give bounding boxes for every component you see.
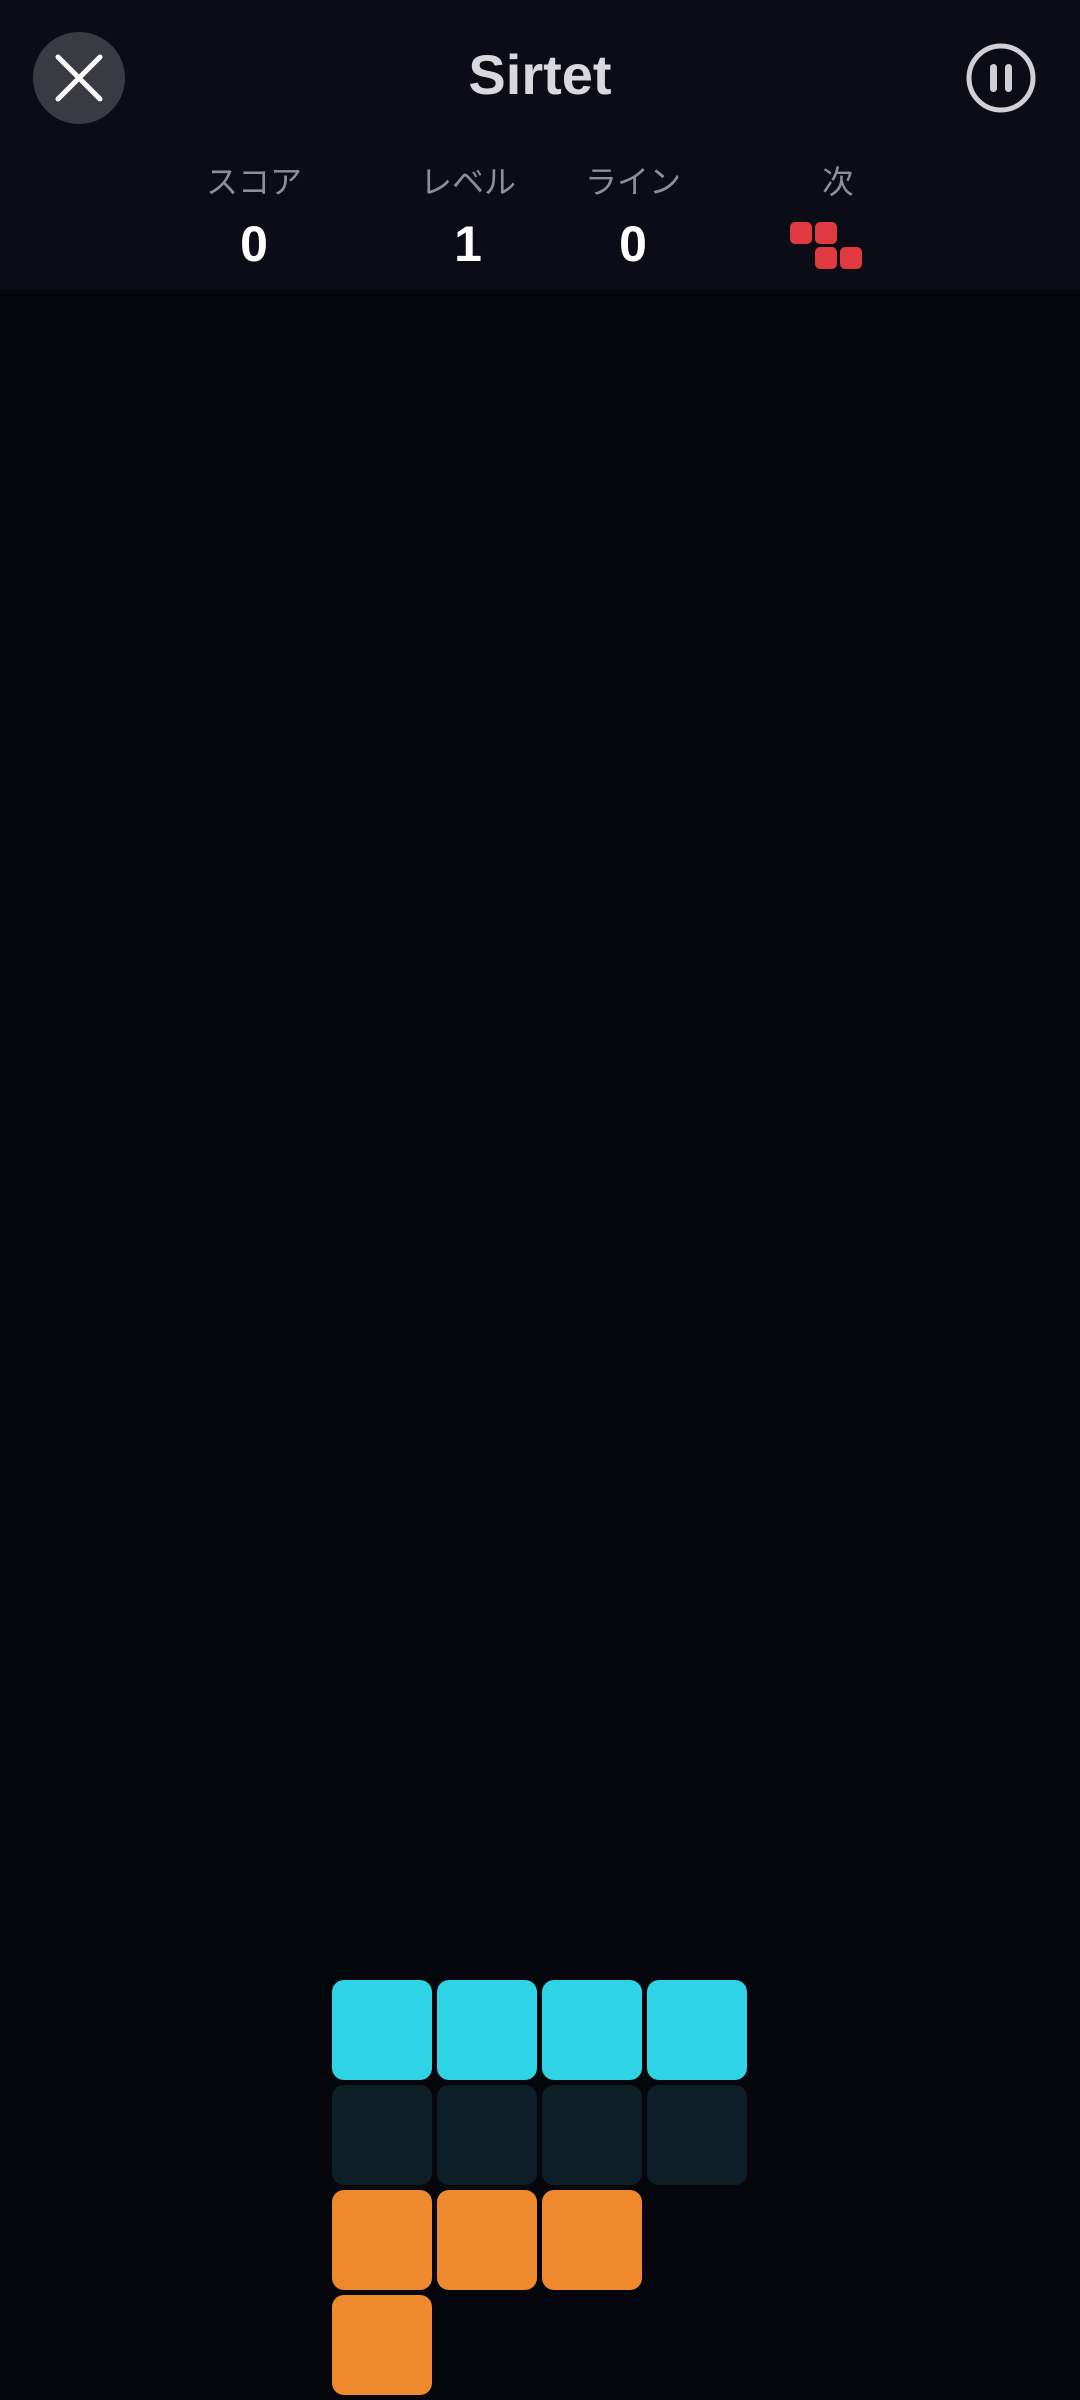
next-stat: 次 [758,160,918,204]
orange-block [437,2190,537,2290]
pause-button[interactable] [965,42,1037,114]
orange-block [332,2295,432,2395]
next-piece-block [790,222,812,244]
lines-value: 0 [619,216,647,272]
score-value: 0 [240,216,268,272]
game-header: Sirtet スコア 0 レベル 1 ライン 0 次 [0,0,1080,290]
cyan-block [647,1980,747,2080]
level-label: レベル [419,164,516,200]
next-piece-block [815,222,837,244]
ghost-block [332,2085,432,2185]
score-label: スコア [205,164,302,200]
lines-label: ライン [584,164,681,200]
game-board[interactable] [0,290,1080,2400]
orange-block [542,2190,642,2290]
cyan-block [332,1980,432,2080]
ghost-block [542,2085,642,2185]
game-title: Sirtet [468,43,612,106]
next-label: 次 [821,164,854,200]
cyan-block [437,1980,537,2080]
level-value: 1 [454,216,482,272]
score-stat: スコア 0 [174,160,334,274]
level-stat: レベル 1 [388,160,548,274]
ghost-block [647,2085,747,2185]
cyan-block [542,1980,642,2080]
orange-block [332,2190,432,2290]
next-piece-preview [790,222,862,269]
next-piece-block [815,247,837,269]
lines-stat: ライン 0 [553,160,713,274]
ghost-block [437,2085,537,2185]
pause-icon [966,43,1036,113]
next-piece-block [840,247,862,269]
